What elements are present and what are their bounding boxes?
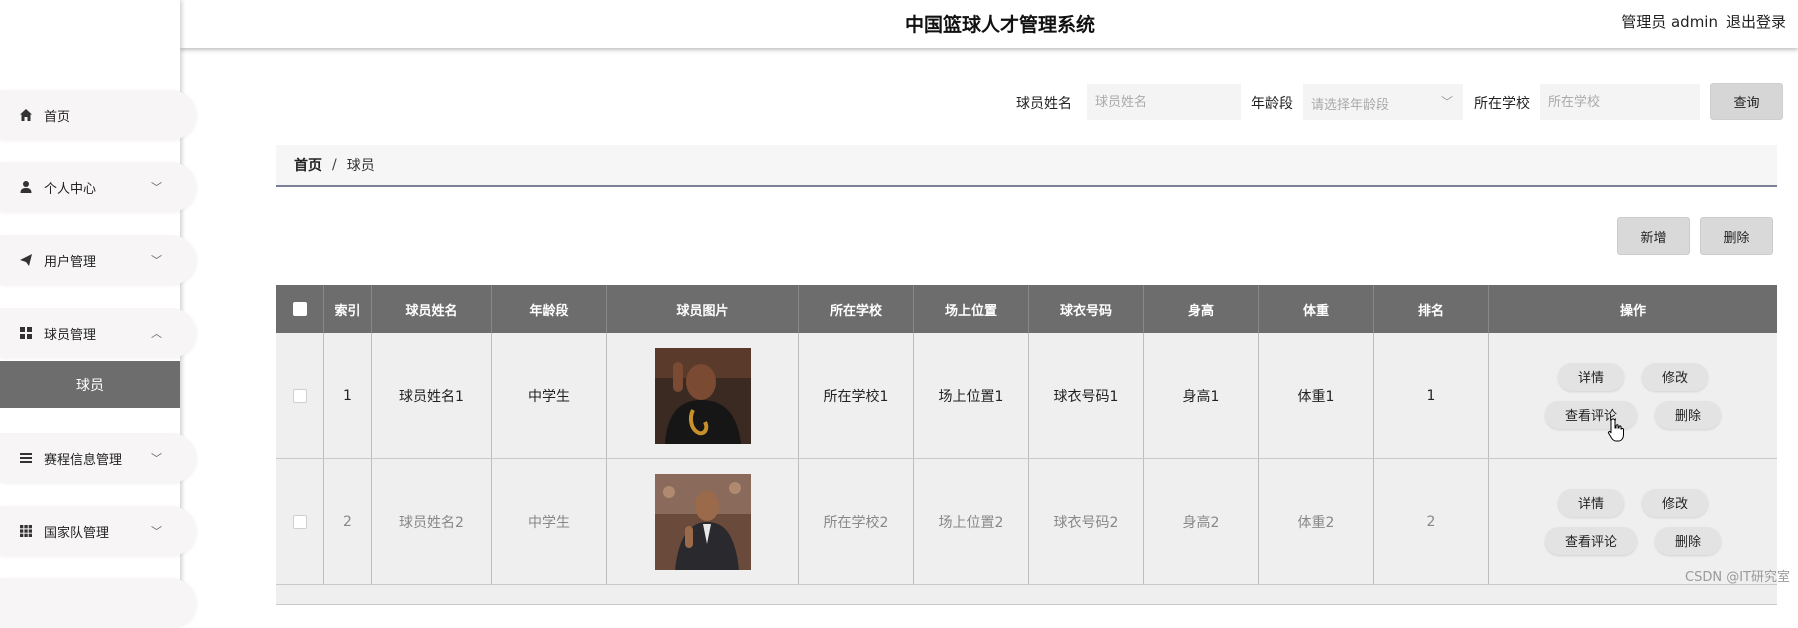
sidebar-item-label: 球员管理: [44, 324, 96, 343]
table-row: [276, 585, 1777, 605]
name-cell: 球员姓名2: [372, 459, 492, 584]
name-cell: 球员姓名1: [372, 333, 492, 458]
chevron-down-icon: ﹀: [151, 450, 162, 466]
player-photo: [655, 474, 751, 570]
player-table: 索引 球员姓名 年龄段 球员图片 所在学校 场上位置 球衣号码 身高 体重 排名…: [276, 285, 1777, 605]
row-delete-button[interactable]: 删除: [1655, 401, 1721, 429]
page-title: 中国篮球人才管理系统: [180, 10, 1798, 37]
person-icon: [18, 179, 34, 195]
sidebar-item-label: 国家队管理: [44, 522, 109, 541]
sidebar-item-players[interactable]: 球员管理 ︿: [0, 308, 196, 358]
column-header: 球员图片: [607, 285, 799, 333]
column-header: 身高: [1144, 285, 1259, 333]
table-row: 2 球员姓名2 中学生 所在学校2 场上位置2 球衣号码2 身高2 体重2: [276, 459, 1777, 585]
column-header: 球衣号码: [1029, 285, 1144, 333]
search-name-label: 球员姓名: [1016, 93, 1072, 113]
row-checkbox[interactable]: [293, 515, 307, 529]
age-select[interactable]: 请选择年龄段 ﹀: [1303, 84, 1463, 120]
sidebar-item-more[interactable]: [0, 578, 196, 628]
row-checkbox[interactable]: [293, 389, 307, 403]
grid9-icon: [18, 523, 34, 539]
hand-cursor-icon: [1607, 418, 1625, 446]
weight-cell: 体重2: [1259, 459, 1374, 584]
number-cell: 球衣号码1: [1029, 333, 1144, 458]
query-button[interactable]: 查询: [1710, 83, 1783, 120]
table-row: 1 球员姓名1 中学生 所在学校1 场上位置1 球衣号码1 身高1 体重1 1: [276, 333, 1777, 459]
rank-cell: 2: [1374, 459, 1489, 584]
search-school-input[interactable]: [1540, 84, 1700, 120]
search-name-input[interactable]: [1087, 84, 1241, 120]
age-cell: 中学生: [492, 459, 607, 584]
list-icon: [18, 450, 34, 466]
sidebar: 首页 个人中心 ﹀ 用户管理 ﹀ 球员管理 ︿ 球员 赛程信息管理 ﹀ 国家队管…: [0, 0, 180, 597]
select-all-checkbox[interactable]: [293, 302, 307, 316]
sidebar-item-national-team[interactable]: 国家队管理 ﹀: [0, 506, 196, 556]
detail-button[interactable]: 详情: [1558, 489, 1624, 517]
photo-cell: [607, 333, 799, 458]
rank-cell: 1: [1374, 333, 1489, 458]
age-cell: 中学生: [492, 333, 607, 458]
breadcrumb-current: 球员: [347, 155, 375, 175]
logout-link[interactable]: 退出登录: [1726, 11, 1786, 32]
column-header: 球员姓名: [372, 285, 492, 333]
add-button[interactable]: 新增: [1617, 217, 1690, 255]
edit-button[interactable]: 修改: [1642, 489, 1708, 517]
index-cell: 2: [324, 459, 372, 584]
sidebar-item-label: 赛程信息管理: [44, 449, 122, 468]
sidebar-item-label: 个人中心: [44, 178, 96, 197]
search-age-label: 年龄段: [1251, 93, 1293, 113]
grid-icon: [18, 325, 34, 341]
edit-button[interactable]: 修改: [1642, 363, 1708, 391]
sidebar-item-users[interactable]: 用户管理 ﹀: [0, 235, 196, 285]
sidebar-item-home[interactable]: 首页: [0, 90, 196, 140]
detail-button[interactable]: 详情: [1558, 363, 1624, 391]
index-cell: 1: [324, 333, 372, 458]
breadcrumb-separator: /: [332, 157, 337, 173]
column-header: 操作: [1489, 285, 1777, 333]
chevron-down-icon: ﹀: [1441, 93, 1453, 110]
height-cell: 身高2: [1144, 459, 1259, 584]
breadcrumb-home[interactable]: 首页: [294, 155, 322, 175]
ops-cell: 详情 修改 查看评论 删除: [1489, 333, 1777, 458]
row-delete-button[interactable]: 删除: [1655, 527, 1721, 555]
column-header: 体重: [1259, 285, 1374, 333]
row-select-cell: [276, 459, 324, 584]
column-header: 年龄段: [492, 285, 607, 333]
chevron-down-icon: ﹀: [151, 523, 162, 539]
home-icon: [18, 107, 34, 123]
school-cell: 所在学校2: [799, 459, 914, 584]
user-info: 管理员 admin: [1621, 11, 1718, 32]
column-header: 场上位置: [914, 285, 1029, 333]
number-cell: 球衣号码2: [1029, 459, 1144, 584]
delete-button[interactable]: 删除: [1700, 217, 1773, 255]
chevron-down-icon: ﹀: [151, 252, 162, 268]
sidebar-item-label: 用户管理: [44, 251, 96, 270]
school-cell: 所在学校1: [799, 333, 914, 458]
view-comments-button[interactable]: 查看评论: [1545, 527, 1637, 555]
watermark-text: CSDN @IT研究室: [1685, 566, 1790, 585]
photo-cell: [607, 459, 799, 584]
sidebar-subitem-player[interactable]: 球员: [0, 361, 180, 408]
top-header: 中国篮球人才管理系统 管理员 admin 退出登录: [180, 0, 1798, 48]
position-cell: 场上位置2: [914, 459, 1029, 584]
send-icon: [18, 252, 34, 268]
chevron-down-icon: ﹀: [151, 179, 162, 195]
position-cell: 场上位置1: [914, 333, 1029, 458]
column-header: 所在学校: [799, 285, 914, 333]
sidebar-item-label: 首页: [44, 106, 70, 125]
weight-cell: 体重1: [1259, 333, 1374, 458]
age-select-placeholder: 请选择年龄段: [1311, 98, 1389, 113]
column-header: 排名: [1374, 285, 1489, 333]
sidebar-item-schedule[interactable]: 赛程信息管理 ﹀: [0, 433, 196, 483]
chevron-up-icon: ︿: [151, 325, 162, 341]
select-all-cell: [276, 285, 324, 333]
sidebar-item-personal[interactable]: 个人中心 ﹀: [0, 162, 196, 212]
column-header: 索引: [324, 285, 372, 333]
player-photo: [655, 348, 751, 444]
search-school-label: 所在学校: [1474, 93, 1530, 113]
table-header: 索引 球员姓名 年龄段 球员图片 所在学校 场上位置 球衣号码 身高 体重 排名…: [276, 285, 1777, 333]
row-select-cell: [276, 333, 324, 458]
breadcrumb: 首页 / 球员: [276, 145, 1777, 187]
height-cell: 身高1: [1144, 333, 1259, 458]
